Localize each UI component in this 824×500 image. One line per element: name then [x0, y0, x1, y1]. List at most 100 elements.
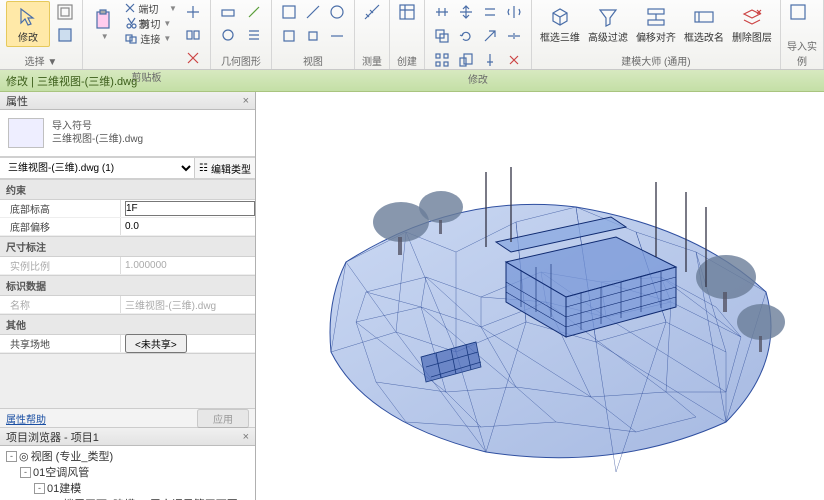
align-button[interactable]: [431, 1, 453, 23]
group-label: 修改: [431, 71, 525, 87]
array-button[interactable]: [431, 49, 453, 71]
browser-tree: -◎ 视图 (专业_类型)- 01空调风管- 01建模 楼层平面: 建模-二层空…: [0, 446, 255, 500]
import-instance-button[interactable]: [787, 1, 809, 23]
tool-button[interactable]: [217, 1, 239, 23]
property-name: 名称: [0, 296, 120, 313]
ribbon-group-view: 视图: [272, 0, 355, 69]
move-button[interactable]: [455, 1, 477, 23]
delete-layer-icon: [740, 5, 764, 29]
properties-footer: 属性帮助 应用: [0, 408, 255, 428]
group-label: 选择 ▼: [6, 53, 76, 69]
tree-node[interactable]: - 01建模: [4, 480, 251, 496]
box-select-3d-button[interactable]: 框选三维: [538, 1, 582, 47]
tree-node-label: 01建模: [47, 480, 81, 496]
type-icon-button[interactable]: [54, 1, 76, 23]
offset-align-button[interactable]: 偏移对齐: [634, 1, 678, 47]
expand-icon[interactable]: -: [34, 483, 45, 494]
group-label: 视图: [278, 53, 348, 69]
split-button[interactable]: [503, 25, 525, 47]
delete-button[interactable]: [503, 49, 525, 71]
properties-grid: 约束 底部标高 底部偏移 尺寸标注 实例比例 1.000000 标识数据 名称 …: [0, 179, 255, 354]
tree-node[interactable]: -◎ 视图 (专业_类型): [4, 448, 251, 464]
pin-button[interactable]: [479, 49, 501, 71]
close-icon[interactable]: ×: [243, 431, 249, 443]
trim-button[interactable]: [479, 25, 501, 47]
instance-icon-button[interactable]: [54, 24, 76, 46]
align-icon: [644, 5, 668, 29]
cut-button[interactable]: 剪切▼: [123, 16, 178, 30]
delete-layer-button[interactable]: 删除图层: [730, 1, 774, 47]
advanced-filter-button[interactable]: 高级过滤: [586, 1, 630, 47]
property-input[interactable]: [125, 219, 255, 234]
mirror-button[interactable]: [503, 1, 525, 23]
join-icon: [124, 31, 138, 45]
tool-button[interactable]: [243, 1, 265, 23]
property-row: 共享场地 <未共享>: [0, 335, 255, 353]
property-input[interactable]: [125, 201, 255, 216]
instance-selector-row: 三维视图-(三维).dwg (1) ☷ 编辑类型: [0, 157, 255, 179]
tree-node[interactable]: - 01空调风管: [4, 464, 251, 480]
paste-button[interactable]: ▼: [89, 1, 119, 47]
expand-icon[interactable]: -: [6, 451, 17, 462]
tool-button[interactable]: [278, 25, 300, 47]
close-icon[interactable]: ×: [243, 95, 249, 107]
edit-type-button[interactable]: ☷ 编辑类型: [194, 158, 255, 178]
ribbon-toolbar: 修改 选择 ▼ ▼ 连接端切割▼ 剪切▼ 连接▼: [0, 0, 824, 70]
cope-icon-button[interactable]: [182, 1, 204, 23]
paste-icon: [92, 8, 116, 32]
cube-icon: [548, 5, 572, 29]
tool-button[interactable]: [278, 1, 300, 23]
instance-select[interactable]: 三维视图-(三维).dwg (1): [0, 158, 194, 178]
property-value: 三维视图-(三维).dwg: [120, 296, 255, 313]
ribbon-group-create: 创建: [390, 0, 425, 69]
tool-button[interactable]: [326, 1, 348, 23]
property-row: 实例比例 1.000000: [0, 257, 255, 275]
section-header: 其他: [0, 314, 255, 335]
section-header: 标识数据: [0, 275, 255, 296]
context-tab-bar: 修改 | 三维视图-(三维).dwg: [0, 70, 824, 92]
group-label: 建模大师 (通用): [538, 53, 774, 69]
tool-button[interactable]: [326, 25, 348, 47]
type-selector[interactable]: 导入符号 三维视图-(三维).dwg: [0, 110, 255, 157]
property-name: 底部偏移: [0, 218, 120, 235]
shared-site-button[interactable]: <未共享>: [125, 334, 187, 353]
offset-button[interactable]: [479, 1, 501, 23]
scale-button[interactable]: [455, 49, 477, 71]
properties-help-link[interactable]: 属性帮助: [6, 411, 46, 426]
cut-end-button[interactable]: 连接端切割▼: [123, 1, 178, 15]
copy-button[interactable]: [431, 25, 453, 47]
tool-button[interactable]: [302, 25, 324, 47]
group-label: 几何图形: [217, 53, 265, 69]
node-prefix-icon: ◎: [19, 450, 29, 463]
section-header: 约束: [0, 179, 255, 200]
tool-button[interactable]: [302, 1, 324, 23]
rotate-button[interactable]: [455, 25, 477, 47]
panel-title-text: 项目浏览器 - 项目1: [6, 429, 99, 445]
left-panel: 属性 × 导入符号 三维视图-(三维).dwg 三维视图-(三维).dwg (1…: [0, 92, 256, 500]
demolish-icon-button[interactable]: [182, 47, 204, 69]
properties-spacer: [0, 354, 255, 408]
split-icon-button[interactable]: [182, 24, 204, 46]
create-button[interactable]: [396, 1, 418, 23]
type-thumbnail-icon: [8, 118, 44, 148]
3d-viewport[interactable]: [256, 92, 824, 500]
tool-button[interactable]: [243, 24, 265, 46]
modify-button[interactable]: 修改: [6, 1, 50, 47]
join-button[interactable]: 连接▼: [123, 31, 178, 45]
grid-icon: ☷: [199, 163, 208, 174]
property-row: 底部标高: [0, 200, 255, 218]
ribbon-group-select: 修改 选择 ▼: [0, 0, 83, 69]
tree-node[interactable]: 楼层平面: 建模-二层空调风管平面图: [4, 496, 251, 500]
box-rename-button[interactable]: 框选改名: [682, 1, 726, 47]
expand-icon[interactable]: -: [20, 467, 31, 478]
group-label: 导入实例: [787, 38, 817, 69]
tool-button[interactable]: [217, 24, 239, 46]
measure-button[interactable]: [361, 1, 383, 23]
property-row: 名称 三维视图-(三维).dwg: [0, 296, 255, 314]
group-label: 测量: [361, 53, 383, 69]
cursor-icon: [16, 5, 40, 29]
apply-button[interactable]: 应用: [197, 409, 249, 428]
ribbon-group-measure: 测量: [355, 0, 390, 69]
ribbon-group-geometry: 几何图形: [211, 0, 272, 69]
filter-icon: [596, 5, 620, 29]
